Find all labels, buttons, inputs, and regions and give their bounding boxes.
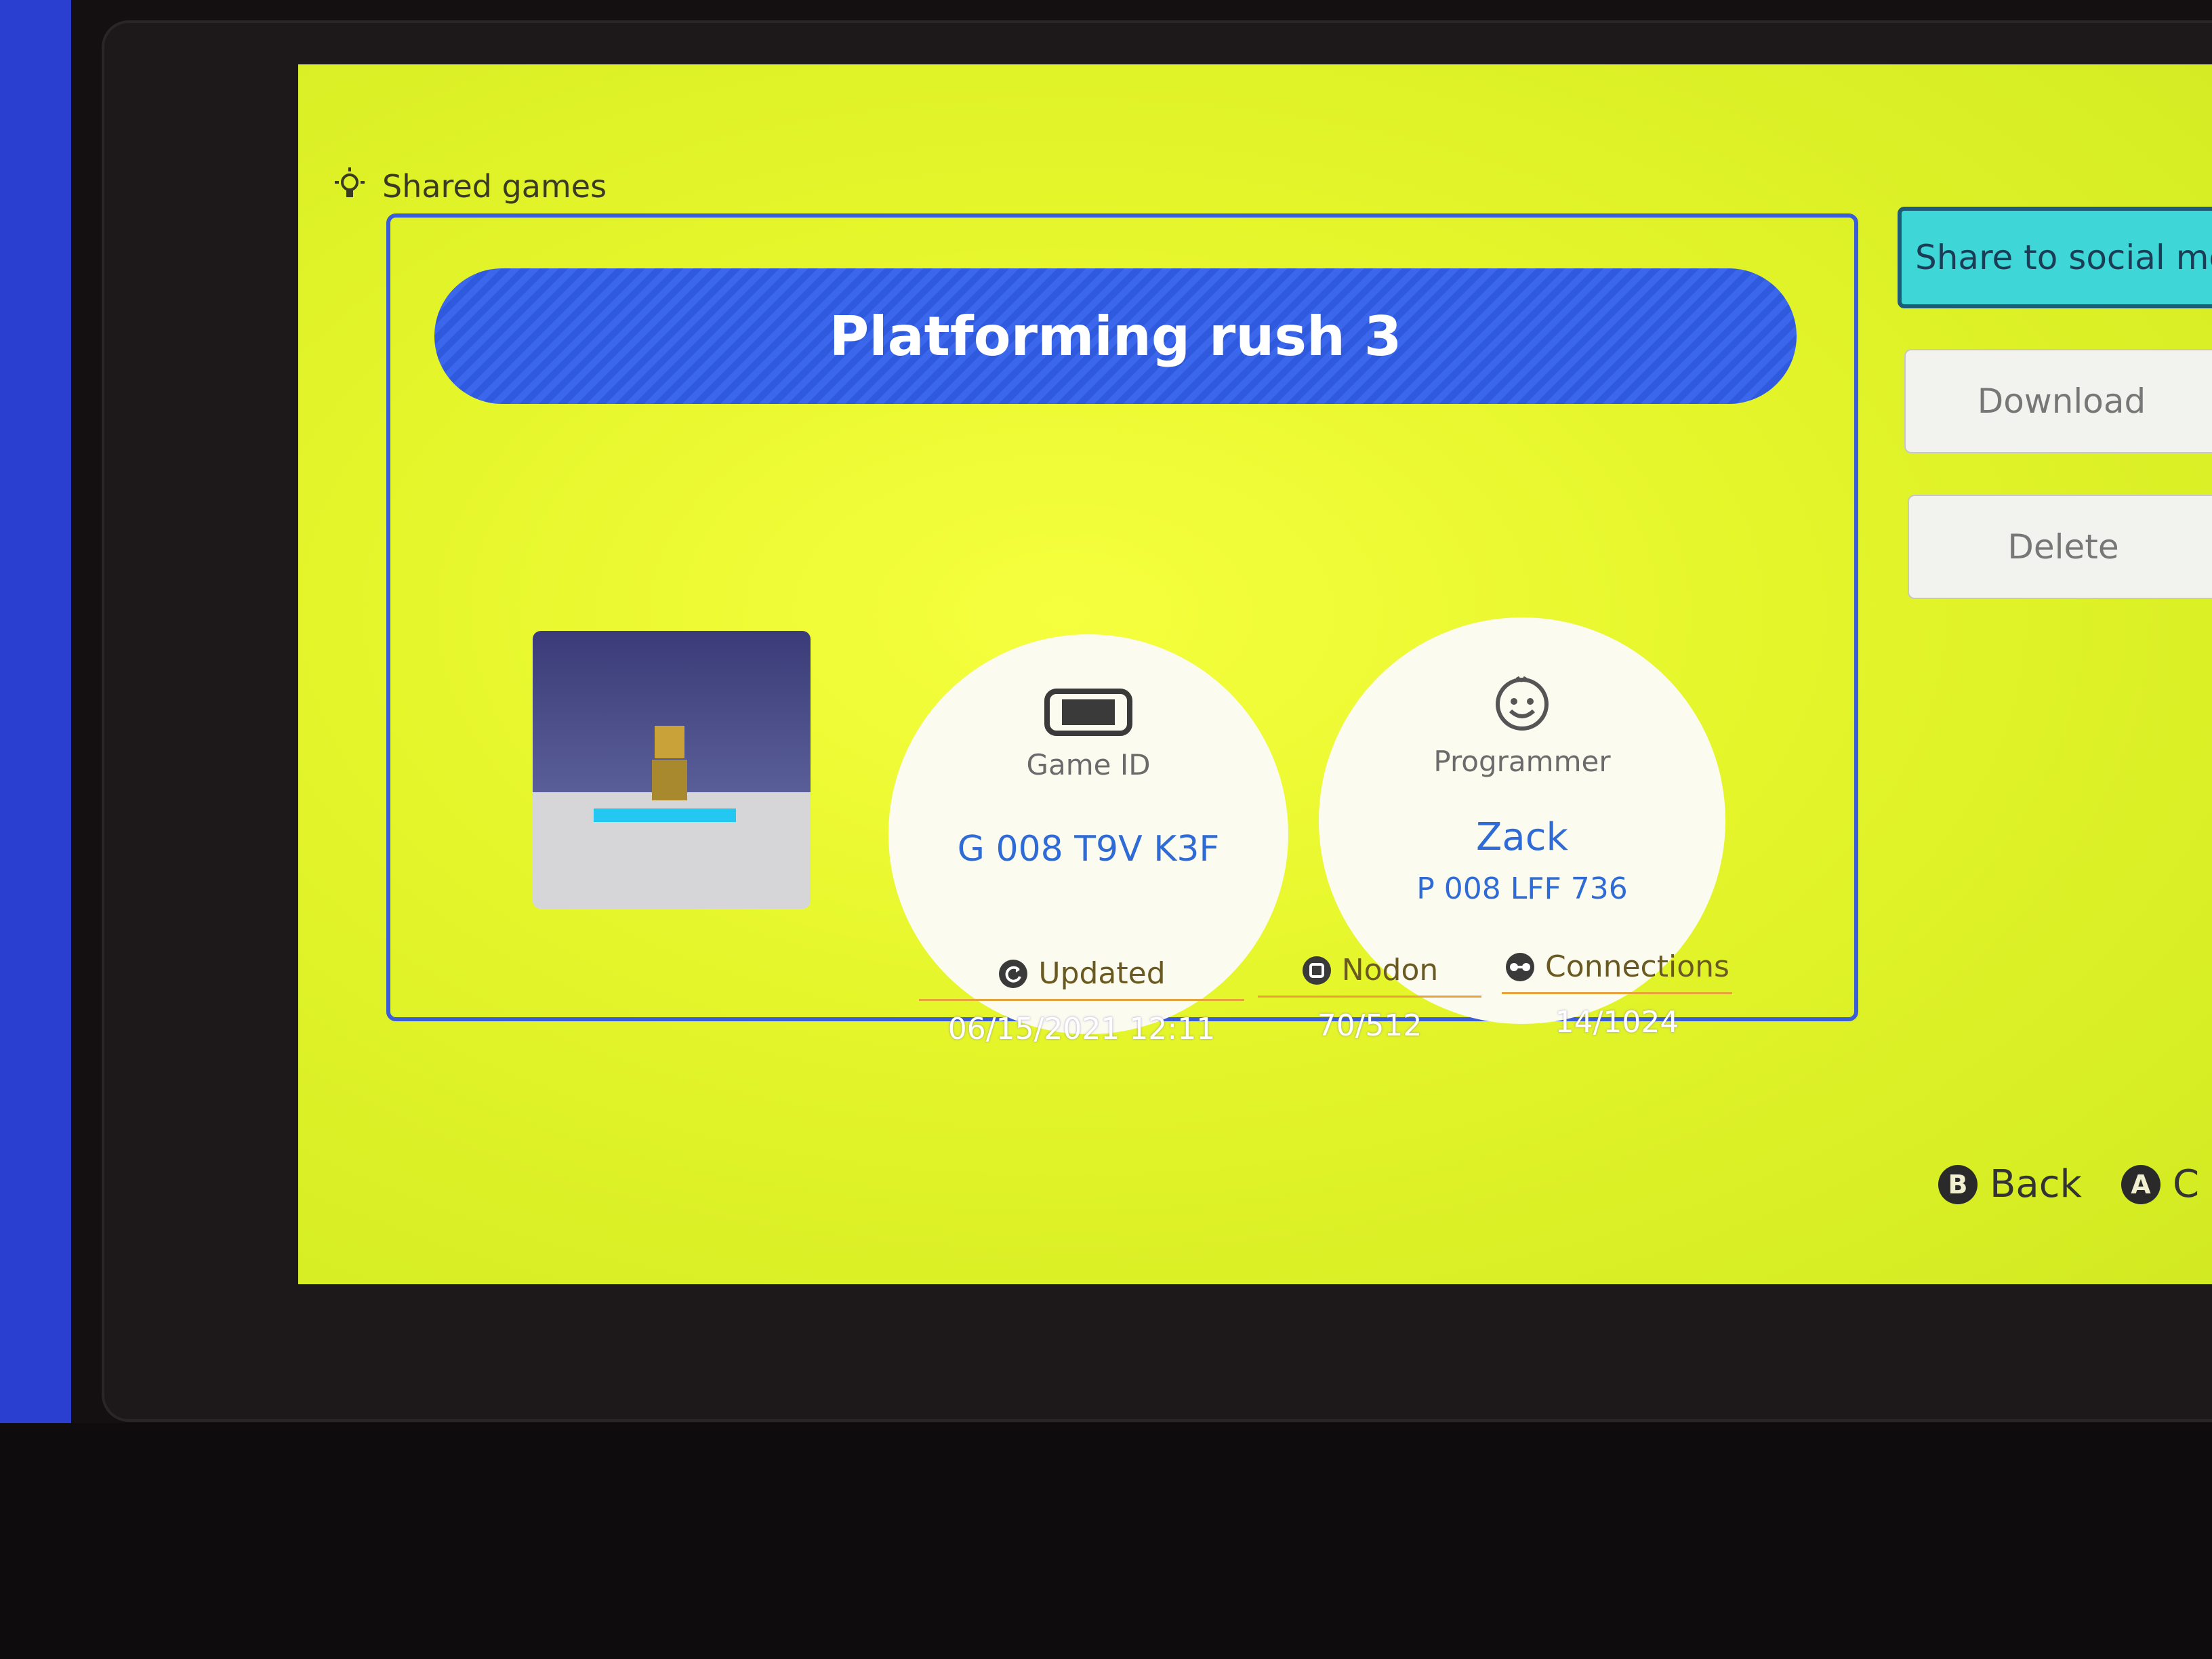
updated-value: 06/15/2021 12:11: [947, 1012, 1216, 1046]
nodon-label: Nodon: [1341, 953, 1439, 987]
game-card: Platforming rush 3 Game ID G 008 T9V K3F: [386, 213, 1858, 1046]
programmer-id: P 008 LFF 736: [1416, 872, 1628, 906]
b-button-icon: B: [1938, 1164, 1978, 1204]
thumbnail-robot-body: [652, 760, 687, 800]
share-to-social-media-button[interactable]: Share to social me: [1898, 207, 2212, 308]
refresh-icon: [999, 959, 1028, 988]
game-title: Platforming rush 3: [829, 304, 1402, 368]
nodon-header: Nodon: [1258, 953, 1481, 998]
page-header: Shared games: [332, 166, 607, 207]
programmer-name: Zack: [1476, 815, 1568, 859]
thumbnail-robot-head: [655, 726, 684, 758]
console-icon: [1044, 689, 1132, 736]
delete-button[interactable]: Delete: [1908, 495, 2212, 599]
nodon-value: 70/512: [1317, 1008, 1422, 1043]
updated-label: Updated: [1038, 956, 1166, 991]
download-button[interactable]: Download: [1904, 349, 2212, 453]
connections-value: 14/1024: [1555, 1005, 1679, 1040]
updated-stat: Updated 06/15/2021 12:11: [919, 956, 1244, 1046]
game-title-banner: Platforming rush 3: [434, 268, 1797, 404]
game-id-value: G 008 T9V K3F: [957, 829, 1220, 869]
back-label[interactable]: Back: [1990, 1162, 2082, 1206]
desk-surface: [0, 1423, 2212, 1659]
programmer-label: Programmer: [1433, 745, 1611, 778]
footer-controls: B Back A C: [1938, 1162, 2199, 1206]
joycon-left: [0, 0, 71, 1450]
connections-label: Connections: [1545, 949, 1729, 984]
nodon-stat: Nodon 70/512: [1258, 953, 1481, 1043]
a-button-icon: A: [2121, 1164, 2160, 1204]
thumbnail-platform: [594, 808, 736, 822]
a-action-label[interactable]: C: [2173, 1162, 2199, 1206]
connections-stat: Connections 14/1024: [1502, 949, 1732, 1040]
game-thumbnail: [533, 631, 811, 909]
updated-header: Updated: [919, 956, 1244, 1001]
lightbulb-icon: [335, 167, 365, 197]
connection-icon: [1506, 952, 1535, 981]
game-id-label: Game ID: [1026, 748, 1151, 781]
page-title: Shared games: [382, 168, 607, 205]
smiley-face-icon: [1496, 676, 1549, 731]
nodon-icon: [1302, 956, 1331, 985]
screen: Shared games Platforming rush 3 Game ID …: [298, 64, 2212, 1284]
connections-header: Connections: [1502, 949, 1732, 994]
